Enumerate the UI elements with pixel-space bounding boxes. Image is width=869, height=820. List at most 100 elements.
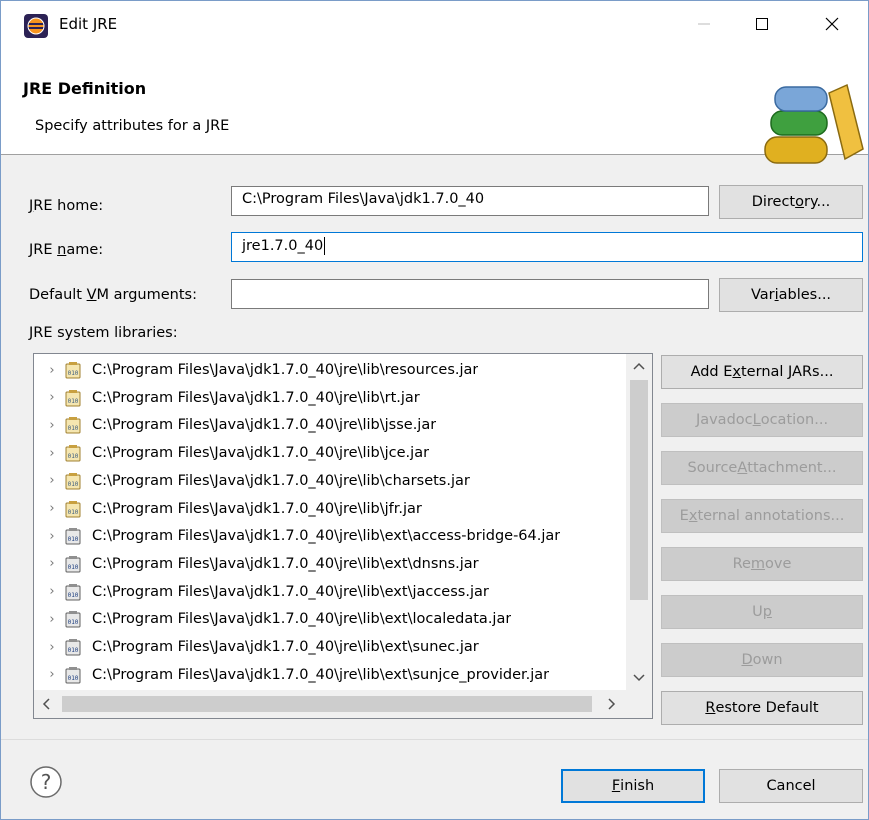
chevron-right-icon[interactable]: › <box>40 667 64 682</box>
jar-binary-icon: 010 <box>65 528 81 545</box>
jar-binary-icon: 010 <box>65 639 81 656</box>
scroll-left-button[interactable] <box>34 690 58 718</box>
scroll-up-button[interactable] <box>626 354 652 378</box>
svg-text:010: 010 <box>68 509 79 516</box>
svg-text:?: ? <box>41 770 52 794</box>
library-path: C:\Program Files\Java\jdk1.7.0_40\jre\li… <box>92 417 437 434</box>
help-icon[interactable]: ? <box>29 765 63 799</box>
jre-name-value: jre1.7.0_40 <box>242 238 324 254</box>
minimize-icon <box>698 23 710 25</box>
library-path: C:\Program Files\Java\jdk1.7.0_40\jre\li… <box>92 389 420 406</box>
add-external-jars-button[interactable]: Add Ex ternal JARs... <box>661 355 863 389</box>
chevron-right-icon[interactable]: › <box>40 640 64 655</box>
minimize-button[interactable] <box>675 1 733 47</box>
window-title: Edit JRE <box>59 15 118 33</box>
library-row[interactable]: › 010 C:\Program Files\Java\jdk1.7.0_40\jr… <box>34 384 626 412</box>
horizontal-scrollbar[interactable] <box>34 690 626 718</box>
vm-arguments-input[interactable] <box>231 279 709 309</box>
scroll-right-button[interactable] <box>600 690 624 718</box>
library-path: C:\Program Files\Java\jdk1.7.0_40\jre\li… <box>92 528 561 545</box>
jre-name-label: JRE name: <box>29 242 104 258</box>
chevron-right-icon[interactable]: › <box>40 418 64 433</box>
library-row[interactable]: › 010 C:\Program Files\Java\jdk1.7.0_40\jr… <box>34 522 626 550</box>
svg-text:010: 010 <box>68 619 79 626</box>
library-row[interactable]: › 010 C:\Program Files\Java\jdk1.7.0_40\jr… <box>34 467 626 495</box>
library-row[interactable]: › 010 C:\Program Files\Java\jdk1.7.0_40\jr… <box>34 661 626 689</box>
restore-default-button[interactable]: Restore Default <box>661 691 863 725</box>
vm-arguments-label: Default VM arguments: <box>29 287 197 303</box>
remove-button[interactable]: Re m ove <box>661 547 863 581</box>
javadoc-location-button[interactable]: Javadoc Location... <box>661 403 863 437</box>
svg-text:010: 010 <box>68 536 79 543</box>
scroll-down-button[interactable] <box>626 666 652 690</box>
jar-source-icon: 010 <box>65 500 81 517</box>
chevron-right-icon[interactable]: › <box>40 363 64 378</box>
external-annotations-button[interactable]: Ex ternal annotations... <box>661 499 863 533</box>
finish-button[interactable]: Finish <box>561 769 705 803</box>
jre-home-label: JRE home: <box>29 198 104 214</box>
footer-separator <box>1 739 868 740</box>
library-path: C:\Program Files\Java\jdk1.7.0_40\jre\li… <box>92 445 430 462</box>
chevron-left-icon <box>42 698 50 710</box>
up-button[interactable]: Up <box>661 595 863 629</box>
down-button[interactable]: Down <box>661 643 863 677</box>
chevron-right-icon[interactable]: › <box>40 529 64 544</box>
chevron-right-icon[interactable]: › <box>40 390 64 405</box>
vertical-scrollbar[interactable] <box>626 354 652 690</box>
library-path: C:\Program Files\Java\jdk1.7.0_40\jre\li… <box>92 472 470 489</box>
chevron-right-icon[interactable]: › <box>40 501 64 516</box>
close-button[interactable] <box>803 1 861 47</box>
library-row[interactable]: › 010 C:\Program Files\Java\jdk1.7.0_40\jr… <box>34 495 626 523</box>
jre-name-input[interactable]: jre1.7.0_40 <box>231 232 863 262</box>
chevron-right-icon[interactable]: › <box>40 446 64 461</box>
jar-source-icon: 010 <box>65 389 81 407</box>
jar-source-icon: 010 <box>65 445 81 462</box>
directory-button[interactable]: Direct o ry... <box>719 185 863 219</box>
library-row[interactable]: › 010 C:\Program Files\Java\jdk1.7.0_40\jr… <box>34 439 626 467</box>
source-attachment-button[interactable]: Source Attachment... <box>661 451 863 485</box>
library-path: C:\Program Files\Java\jdk1.7.0_40\jre\li… <box>92 611 512 628</box>
variables-button[interactable]: Var i ables... <box>719 278 863 312</box>
chevron-down-icon <box>633 674 645 682</box>
chevron-right-icon[interactable]: › <box>40 556 64 571</box>
jar-binary-icon: 010 <box>65 583 81 601</box>
system-libraries-tree[interactable]: › 010 C:\Program Files\Java\jdk1.7.0_40\jr… <box>33 353 653 719</box>
edit-jre-dialog: Edit JRE JRE Definition Specify attribut… <box>0 0 869 820</box>
horizontal-scroll-thumb[interactable] <box>62 696 592 712</box>
maximize-icon <box>756 18 768 30</box>
cancel-button[interactable]: Cancel <box>719 769 863 803</box>
header-banner: JRE Definition Specify attributes for a … <box>1 47 868 164</box>
jar-binary-icon: 010 <box>65 666 81 684</box>
jre-home-input[interactable]: C:\Program Files\Java\jdk1.7.0_40 <box>231 186 709 216</box>
jar-binary-icon: 010 <box>65 555 81 573</box>
library-path: C:\Program Files\Java\jdk1.7.0_40\jre\li… <box>92 362 479 378</box>
library-row[interactable]: › 010 C:\Program Files\Java\jdk1.7.0_40\jr… <box>34 550 626 578</box>
jar-binary-icon: 010 <box>65 611 81 628</box>
chevron-right-icon[interactable]: › <box>40 612 64 627</box>
page-description: Specify attributes for a JRE <box>35 118 230 134</box>
chevron-right-icon[interactable]: › <box>40 473 64 488</box>
library-row[interactable]: › 010 C:\Program Files\Java\jdk1.7.0_40\jr… <box>34 411 626 439</box>
svg-text:010: 010 <box>68 453 79 460</box>
chevron-up-icon <box>633 362 645 370</box>
library-row[interactable]: › 010 C:\Program Files\Java\jdk1.7.0_40\jr… <box>34 356 626 384</box>
title-bar[interactable]: Edit JRE <box>1 1 868 47</box>
maximize-button[interactable] <box>733 1 791 47</box>
close-icon <box>825 17 839 31</box>
svg-text:010: 010 <box>68 564 79 571</box>
jar-source-icon: 010 <box>65 472 81 490</box>
library-path: C:\Program Files\Java\jdk1.7.0_40\jre\li… <box>92 639 479 655</box>
eclipse-app-icon <box>24 14 48 38</box>
library-path: C:\Program Files\Java\jdk1.7.0_40\jre\li… <box>92 666 550 683</box>
library-row[interactable]: › 010 C:\Program Files\Java\jdk1.7.0_40\jr… <box>34 578 626 606</box>
jar-source-icon: 010 <box>65 417 81 434</box>
svg-text:010: 010 <box>68 675 79 682</box>
svg-text:010: 010 <box>68 592 79 599</box>
chevron-right-icon[interactable]: › <box>40 584 64 599</box>
jar-source-icon: 010 <box>65 362 81 379</box>
text-caret <box>324 237 326 255</box>
vertical-scroll-thumb[interactable] <box>630 380 648 600</box>
library-books-icon <box>764 83 864 164</box>
library-row[interactable]: › 010 C:\Program Files\Java\jdk1.7.0_40\jr… <box>34 633 626 661</box>
library-row[interactable]: › 010 C:\Program Files\Java\jdk1.7.0_40\jr… <box>34 605 626 633</box>
